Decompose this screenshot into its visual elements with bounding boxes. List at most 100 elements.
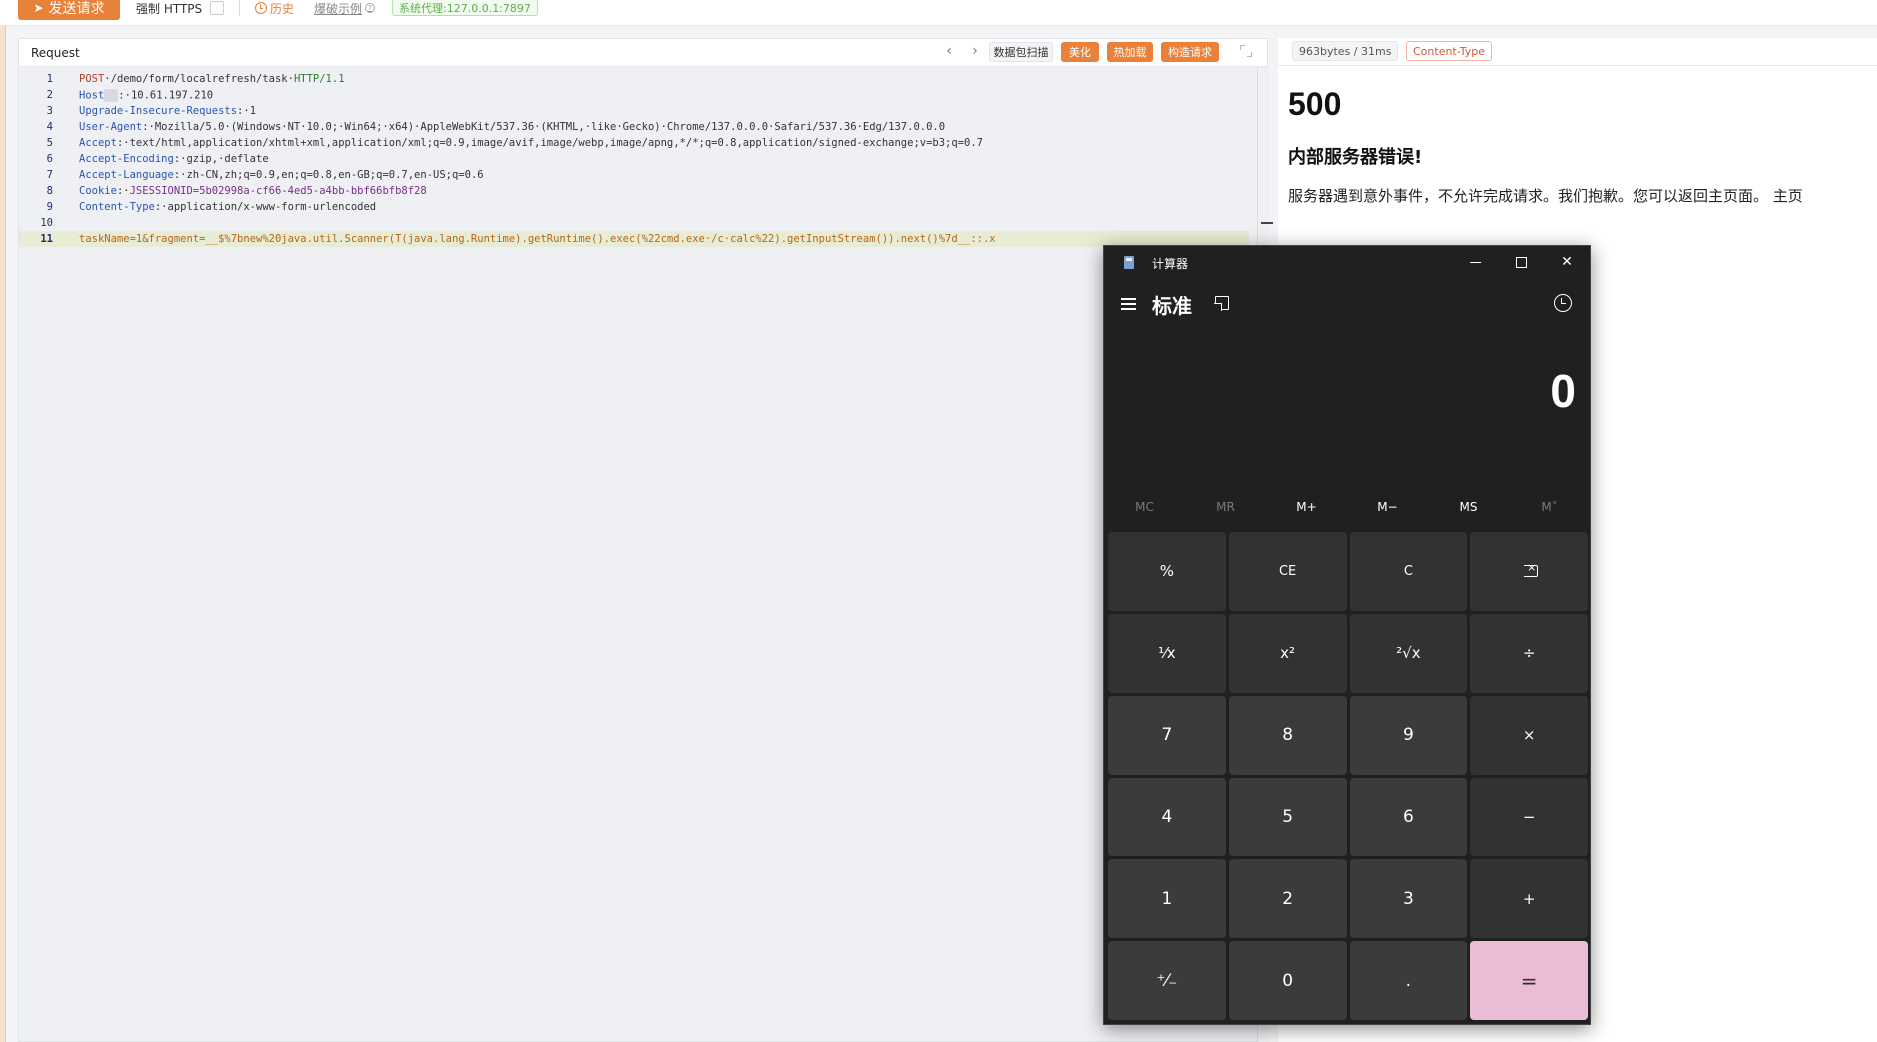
chevron-left-icon[interactable]: ‹: [941, 43, 957, 59]
send-icon: ➤: [33, 1, 44, 15]
negate-key[interactable]: ⁺⁄₋: [1108, 941, 1226, 1020]
send-request-button[interactable]: ➤ 发送请求: [18, 0, 120, 20]
line-text: Cookie:·JSESSIONID=5b02998a-cf66-4ed5-a4…: [79, 185, 427, 197]
beautify-button[interactable]: 美化: [1061, 42, 1099, 62]
digit-2-key[interactable]: 2: [1228, 859, 1347, 939]
minimize-icon: [1469, 261, 1481, 263]
line-number: 11: [40, 233, 53, 245]
equals-key[interactable]: =: [1470, 941, 1588, 1020]
memory-row: MC MR M+ M− MS M˅: [1104, 494, 1590, 520]
minimize-button[interactable]: [1452, 246, 1498, 278]
code-line: 8 Cookie:·JSESSIONID=5b02998a-cf66-4ed5-…: [19, 183, 1249, 199]
content-type-badge[interactable]: Content-Type: [1406, 41, 1492, 61]
line-text: Host:·10.61.197.210: [79, 88, 214, 102]
digit-7-key[interactable]: 7: [1108, 695, 1226, 775]
response-status-code: 500: [1288, 86, 1342, 122]
code-line: 6 Accept-Encoding:·gzip,·deflate: [19, 151, 1249, 167]
multiply-key[interactable]: ×: [1470, 695, 1588, 775]
maximize-button[interactable]: [1498, 246, 1544, 278]
clear-entry-key[interactable]: CE: [1228, 532, 1347, 611]
force-https-checkbox[interactable]: [210, 1, 225, 15]
line-text: User-Agent:·Mozilla/5.0·(Windows·NT·10.0…: [79, 121, 946, 133]
clock-icon: [255, 2, 267, 14]
digit-5-key[interactable]: 5: [1228, 777, 1347, 857]
toolbar-divider: [239, 0, 240, 16]
decimal-key[interactable]: .: [1349, 941, 1468, 1020]
square-root-key[interactable]: ²√x: [1349, 613, 1468, 693]
memory-add-button[interactable]: M+: [1266, 494, 1347, 520]
memory-list-button[interactable]: M˅: [1509, 494, 1590, 520]
packet-scan-label: 数据包扫描: [993, 46, 1049, 59]
response-body: 500 内部服务器错误! 服务器遇到意外事件，不允许完成请求。我们抱歉。您可以返…: [1288, 86, 1868, 206]
calculator-titlebar[interactable]: 计算器 ✕: [1104, 246, 1590, 278]
request-header: Request ‹ › 数据包扫描 美化 热加载 构造请求: [19, 39, 1267, 67]
hotload-button[interactable]: 热加载: [1107, 42, 1153, 62]
divide-key[interactable]: ÷: [1470, 613, 1588, 693]
digit-4-key[interactable]: 4: [1108, 777, 1226, 857]
expand-icon[interactable]: [1240, 45, 1252, 57]
response-message: 服务器遇到意外事件，不允许完成请求。我们抱歉。您可以返回主页面。 主页: [1288, 187, 1803, 205]
line-number: 8: [46, 185, 53, 197]
request-title: Request: [31, 46, 80, 60]
line-text: Upgrade-Insecure-Requests:·1: [79, 105, 257, 117]
line-number: 1: [46, 73, 53, 85]
memory-clear-button[interactable]: MC: [1104, 494, 1185, 520]
digit-1-key[interactable]: 1: [1108, 859, 1226, 939]
add-key[interactable]: +: [1470, 859, 1588, 939]
response-heading: 内部服务器错误!: [1288, 147, 1423, 168]
code-line: 9 Content-Type:·application/x-www-form-u…: [19, 199, 1249, 215]
line-text: Accept:·text/html,application/xhtml+xml,…: [79, 137, 983, 149]
response-size-badge: 963bytes / 31ms: [1292, 41, 1399, 61]
digit-0-key[interactable]: 0: [1228, 941, 1347, 1020]
line-number: 4: [46, 121, 53, 133]
digit-3-key[interactable]: 3: [1349, 859, 1468, 939]
line-text: POST·/demo/form/localrefresh/task·HTTP/1…: [79, 73, 345, 85]
request-editor[interactable]: 1 POST·/demo/form/localrefresh/task·HTTP…: [19, 67, 1249, 1042]
keep-on-top-icon[interactable]: [1214, 296, 1229, 311]
proxy-label: 系统代理:127.0.0.1:7897: [399, 1, 531, 15]
memory-subtract-button[interactable]: M−: [1347, 494, 1428, 520]
close-button[interactable]: ✕: [1544, 246, 1590, 278]
build-request-button[interactable]: 构造请求: [1161, 42, 1219, 62]
history-icon[interactable]: [1554, 294, 1572, 312]
packet-scan-button[interactable]: 数据包扫描: [989, 42, 1053, 62]
clear-key[interactable]: C: [1349, 532, 1468, 611]
digit-6-key[interactable]: 6: [1349, 777, 1468, 857]
code-line: 5 Accept:·text/html,application/xhtml+xm…: [19, 135, 1249, 151]
proxy-badge: 系统代理:127.0.0.1:7897: [392, 0, 538, 16]
line-text: Content-Type:·application/x-www-form-url…: [79, 201, 377, 213]
line-number: 6: [46, 153, 53, 165]
line-text: Accept-Language:·zh-CN,zh;q=0.9,en;q=0.8…: [79, 169, 484, 181]
response-header: 963bytes / 31ms Content-Type: [1278, 38, 1877, 66]
chevron-right-icon[interactable]: ›: [967, 43, 983, 59]
backspace-icon: [1520, 561, 1539, 578]
examples-label: 爆破示例: [314, 1, 363, 16]
calculator-title: 计算器: [1152, 257, 1189, 271]
force-https-toggle[interactable]: 强制 HTTPS: [136, 0, 225, 16]
memory-recall-button[interactable]: MR: [1185, 494, 1266, 520]
subtract-key[interactable]: −: [1470, 777, 1588, 857]
reciprocal-key[interactable]: ¹⁄x: [1108, 613, 1226, 693]
history-label: 历史: [270, 1, 295, 16]
close-icon: ✕: [1561, 254, 1573, 270]
memory-store-button[interactable]: MS: [1428, 494, 1509, 520]
examples-link[interactable]: 爆破示例 ?: [314, 0, 376, 16]
line-number: 2: [46, 89, 53, 101]
square-key[interactable]: x²: [1228, 613, 1347, 693]
keypad: % CE C ¹⁄x x² ²√x ÷ 7 8 9 × 4 5 6 − 1 2 …: [1108, 532, 1588, 1020]
beautify-label: 美化: [1069, 46, 1091, 59]
scrollbar-thumb[interactable]: [1261, 222, 1273, 224]
line-number: 7: [46, 169, 53, 181]
line-number: 5: [46, 137, 53, 149]
percent-key[interactable]: %: [1108, 532, 1226, 611]
digit-8-key[interactable]: 8: [1228, 695, 1347, 775]
history-button[interactable]: 历史: [255, 0, 294, 16]
digit-9-key[interactable]: 9: [1349, 695, 1468, 775]
menu-icon[interactable]: [1121, 298, 1137, 310]
top-toolbar: ➤ 发送请求 强制 HTTPS 历史 爆破示例 ? 系统代理:127.0.0.1…: [0, 0, 1877, 26]
build-request-label: 构造请求: [1168, 46, 1212, 59]
line-number: 9: [46, 201, 53, 213]
backspace-key[interactable]: [1470, 532, 1588, 611]
line-text: Accept-Encoding:·gzip,·deflate: [79, 153, 269, 165]
screen: ➤ 发送请求 强制 HTTPS 历史 爆破示例 ? 系统代理:127.0.0.1…: [0, 0, 1877, 1042]
